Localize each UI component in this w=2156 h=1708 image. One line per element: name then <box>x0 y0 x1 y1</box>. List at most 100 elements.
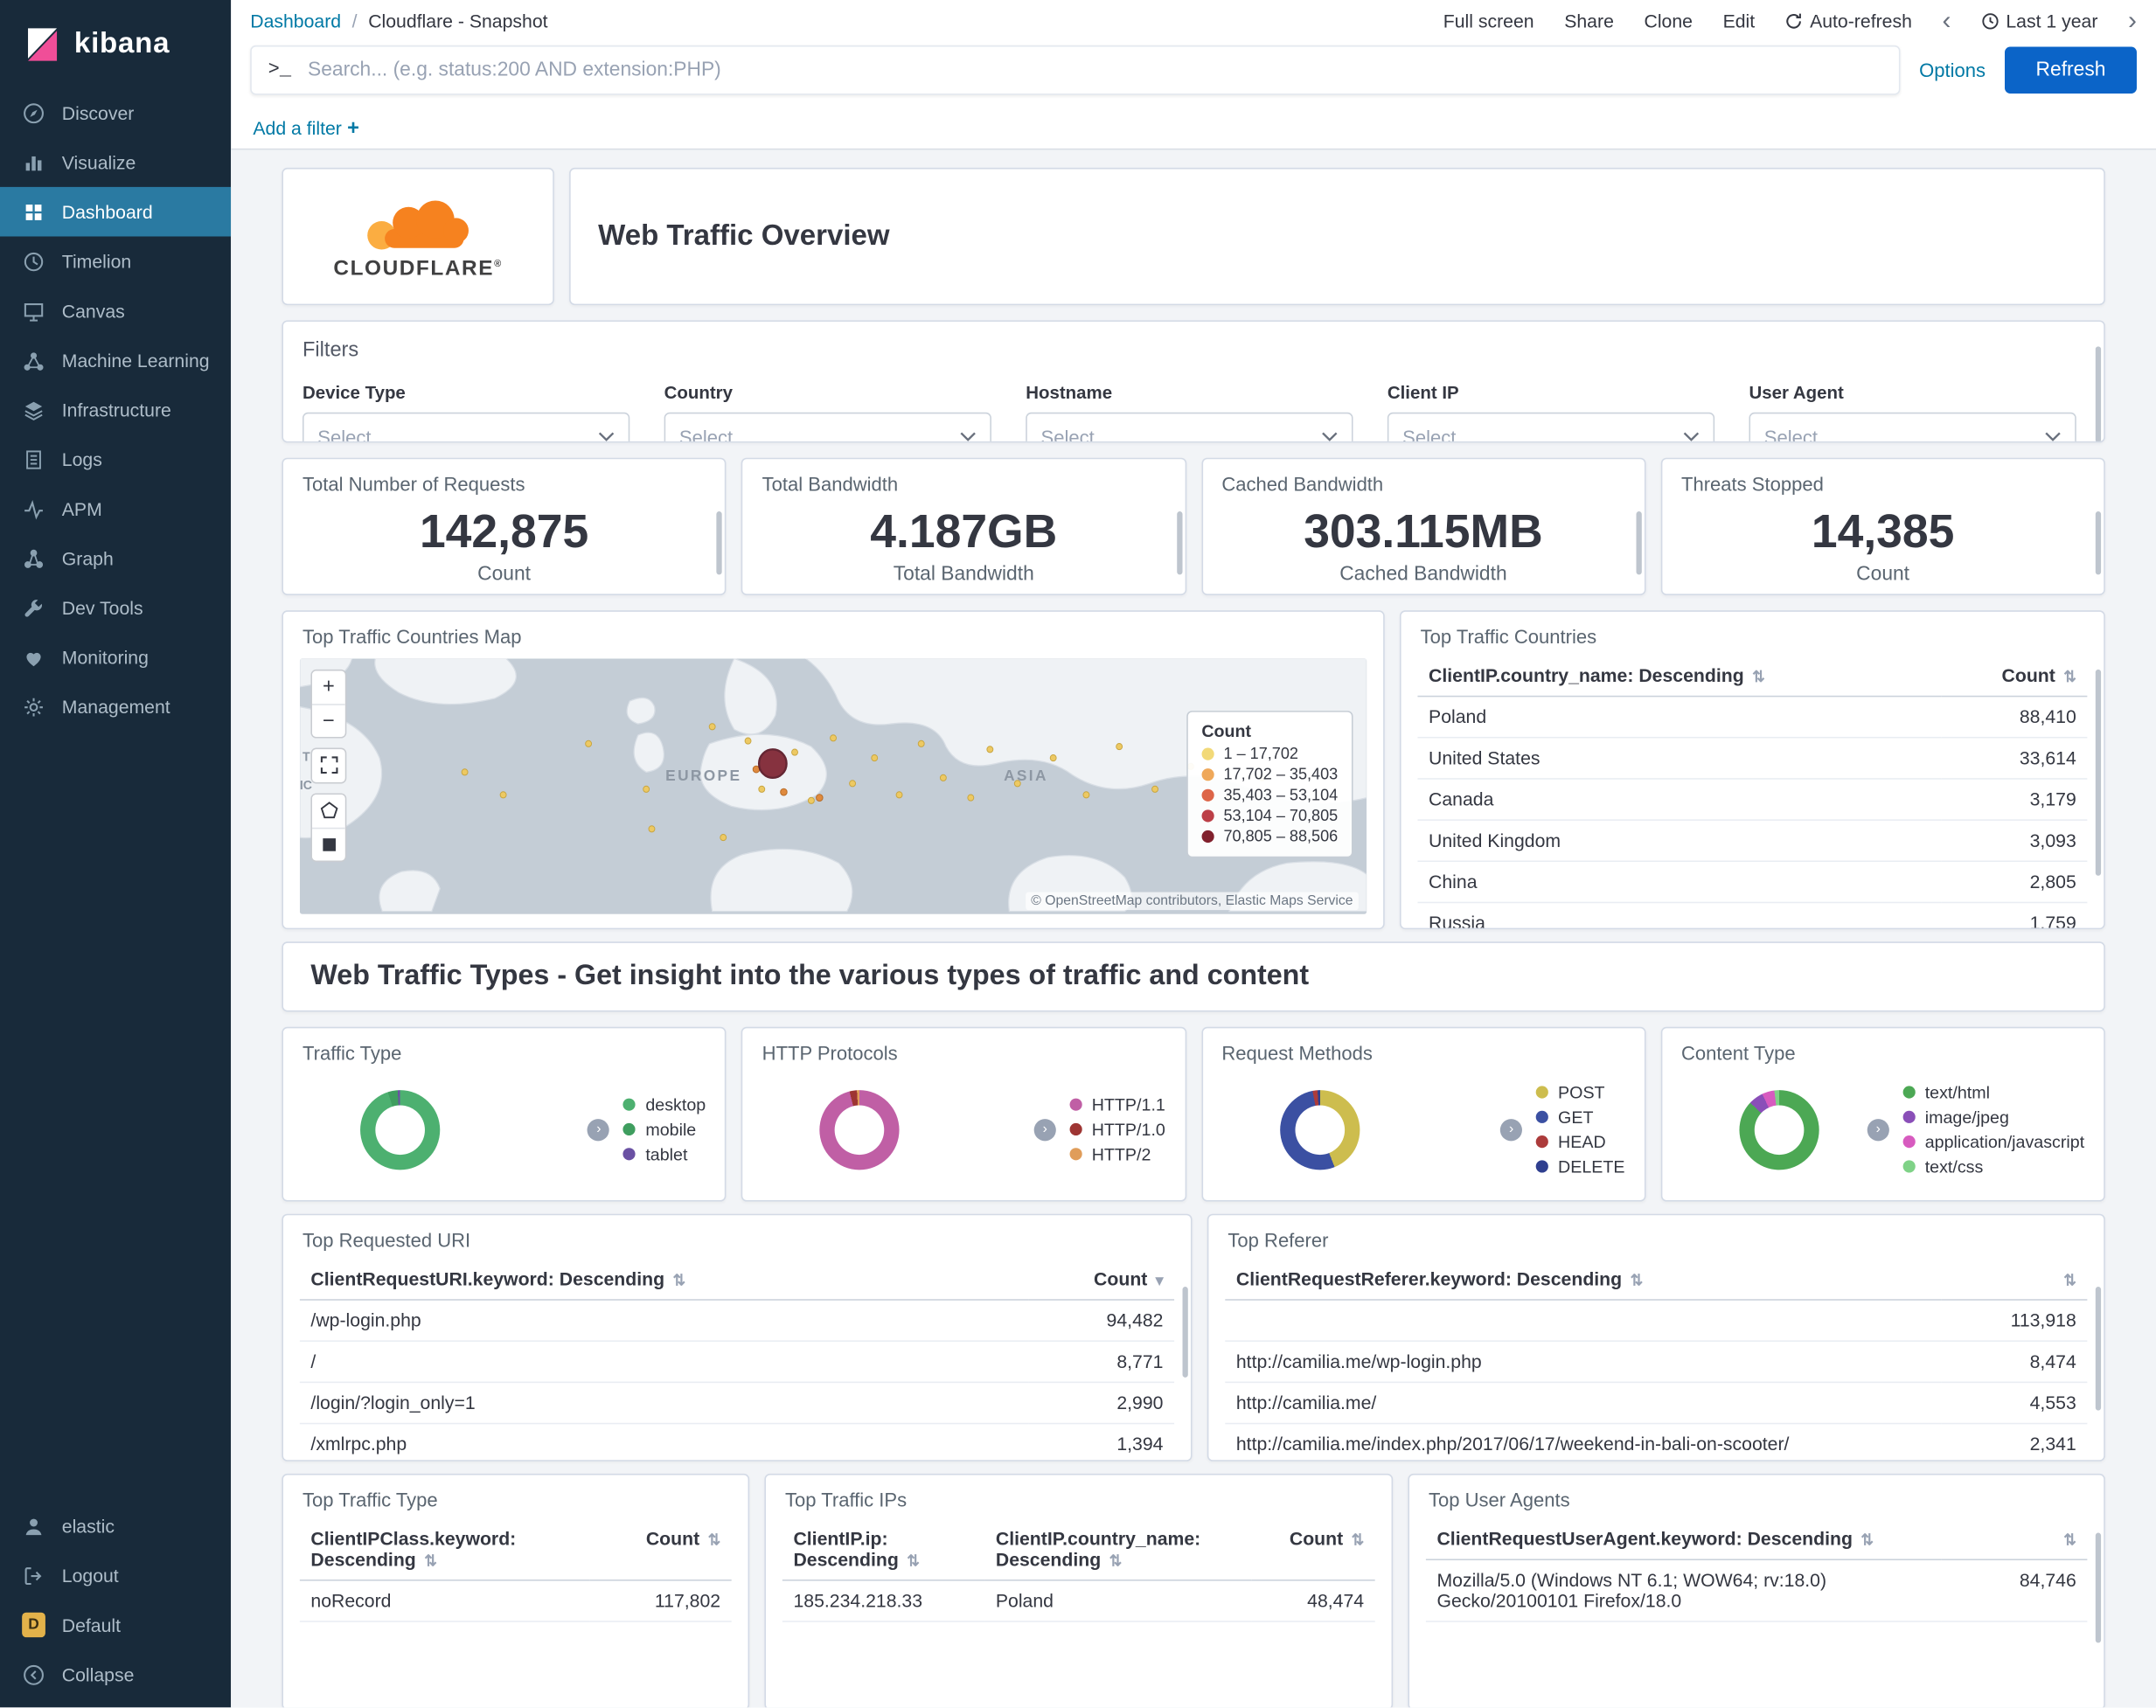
content-type-donut-chart[interactable] <box>1739 1089 1819 1170</box>
map-bubble-poland[interactable] <box>757 748 788 780</box>
column-header[interactable]: Count ⇅ <box>1941 656 2088 698</box>
sort-icon[interactable]: ⇅ <box>2063 1533 2076 1550</box>
sidebar-item-apm[interactable]: APM <box>0 484 231 534</box>
filter-select[interactable]: Select... <box>302 412 630 441</box>
sort-icon[interactable]: ⇅ <box>2063 670 2076 686</box>
legend-item[interactable]: HTTP/2 <box>1069 1144 1165 1163</box>
sort-icon[interactable]: ⇅ <box>424 1553 436 1570</box>
add-filter-link[interactable]: Add a filter <box>253 117 342 138</box>
panel-scrollbar[interactable] <box>2095 1532 2102 1643</box>
filter-select[interactable]: Select... <box>1387 412 1715 441</box>
auto-refresh-button[interactable]: Auto-refresh <box>1785 10 1912 31</box>
panel-scrollbar[interactable] <box>2095 1287 2102 1411</box>
legend-item[interactable]: image/jpeg <box>1902 1107 2085 1127</box>
sidebar-item-timelion[interactable]: Timelion <box>0 237 231 287</box>
sidebar-item-logs[interactable]: Logs <box>0 434 231 484</box>
sort-icon[interactable]: ⇅ <box>1631 1273 1643 1289</box>
legend-item[interactable]: POST <box>1535 1083 1625 1102</box>
legend-item[interactable]: HTTP/1.0 <box>1069 1120 1165 1139</box>
legend-expand-icon[interactable]: › <box>1867 1118 1889 1141</box>
draw-rectangle-button[interactable] <box>312 827 345 861</box>
sidebar-item-elastic-user[interactable]: elastic <box>0 1501 231 1551</box>
sort-icon[interactable]: ▾ <box>1156 1273 1164 1289</box>
panel-scrollbar[interactable] <box>1636 510 1642 575</box>
panel-scrollbar[interactable] <box>1176 510 1182 575</box>
options-link[interactable]: Options <box>1919 59 1986 81</box>
zoom-in-button[interactable]: + <box>312 670 345 705</box>
edit-button[interactable]: Edit <box>1723 10 1756 31</box>
column-header[interactable]: Count ⇅ <box>1251 1518 1375 1581</box>
draw-polygon-button[interactable] <box>312 794 345 828</box>
sidebar-item-dashboard[interactable]: Dashboard <box>0 186 232 237</box>
sort-icon[interactable]: ⇅ <box>1752 670 1764 686</box>
sidebar-item-management[interactable]: Management <box>0 682 231 732</box>
full-screen-button[interactable]: Full screen <box>1443 10 1534 31</box>
sidebar-item-monitoring[interactable]: Monitoring <box>0 632 231 682</box>
sidebar-item-default-space[interactable]: D Default <box>0 1600 231 1650</box>
panel-scrollbar[interactable] <box>2095 346 2102 441</box>
column-header[interactable]: ClientIP.country_name: Descending ⇅ <box>1417 656 1942 698</box>
map-container[interactable]: EUROPE ASIA TH IC + − <box>299 658 1367 914</box>
http-protocols-donut-chart[interactable] <box>819 1089 900 1170</box>
time-forward-chevron-icon[interactable]: › <box>2128 8 2137 34</box>
sidebar-item-dev-tools[interactable]: Dev Tools <box>0 583 231 633</box>
panel-scrollbar[interactable] <box>2095 510 2102 575</box>
column-header[interactable]: ⇅ <box>1941 1518 2088 1561</box>
sidebar-item-machine-learning[interactable]: Machine Learning <box>0 336 231 385</box>
legend-item[interactable]: GET <box>1535 1107 1625 1127</box>
time-back-chevron-icon[interactable]: ‹ <box>1943 8 1951 34</box>
legend-item[interactable]: text/css <box>1902 1156 2085 1176</box>
legend-item[interactable]: application/javascript <box>1902 1132 2084 1151</box>
fit-bounds-button[interactable] <box>312 749 345 782</box>
query-box[interactable]: >_ <box>250 45 1901 95</box>
legend-item[interactable]: HEAD <box>1535 1132 1625 1151</box>
column-header[interactable]: ClientRequestUserAgent.keyword: Descendi… <box>1425 1518 1942 1561</box>
sidebar-item-graph[interactable]: Graph <box>0 533 231 583</box>
filter-select[interactable]: Select... <box>1026 412 1353 441</box>
column-header[interactable]: ClientRequestURI.keyword: Descending ⇅ <box>299 1259 1029 1301</box>
refresh-button[interactable]: Refresh <box>2004 46 2137 94</box>
sort-icon[interactable]: ⇅ <box>1352 1533 1364 1550</box>
column-header[interactable]: Count ▾ <box>1028 1259 1175 1301</box>
sidebar-item-canvas[interactable]: Canvas <box>0 286 231 336</box>
legend-expand-icon[interactable]: › <box>1033 1118 1056 1141</box>
column-header[interactable]: Count ⇅ <box>589 1518 732 1581</box>
legend-item[interactable]: tablet <box>623 1144 706 1163</box>
sort-icon[interactable]: ⇅ <box>1109 1553 1122 1570</box>
zoom-out-button[interactable]: − <box>312 704 345 737</box>
traffic-type-donut-chart[interactable] <box>360 1089 441 1170</box>
search-input[interactable] <box>304 58 1882 83</box>
panel-scrollbar[interactable] <box>2095 669 2102 876</box>
legend-item[interactable]: HTTP/1.1 <box>1069 1095 1165 1114</box>
legend-expand-icon[interactable]: › <box>1499 1118 1523 1141</box>
column-header[interactable]: ClientIP.ip: Descending ⇅ <box>782 1518 985 1581</box>
column-header[interactable]: ⇅ <box>1941 1259 2088 1301</box>
filter-select[interactable]: Select... <box>664 412 991 441</box>
legend-item[interactable]: DELETE <box>1535 1156 1625 1176</box>
time-range-picker[interactable]: Last 1 year <box>1981 10 2097 31</box>
sidebar-item-infrastructure[interactable]: Infrastructure <box>0 385 231 434</box>
clone-button[interactable]: Clone <box>1644 10 1692 31</box>
sidebar-item-visualize[interactable]: Visualize <box>0 137 231 187</box>
sort-icon[interactable]: ⇅ <box>1860 1533 1873 1550</box>
breadcrumb-dashboard-link[interactable]: Dashboard <box>250 10 341 31</box>
sort-icon[interactable]: ⇅ <box>907 1553 919 1570</box>
legend-expand-icon[interactable]: › <box>588 1118 610 1141</box>
panel-scrollbar[interactable] <box>716 510 723 575</box>
sidebar-item-collapse[interactable]: Collapse <box>0 1649 231 1699</box>
add-filter-plus-icon[interactable]: + <box>347 116 359 140</box>
sidebar-item-logout[interactable]: Logout <box>0 1551 231 1600</box>
share-button[interactable]: Share <box>1564 10 1614 31</box>
kibana-logo[interactable]: kibana <box>0 0 231 88</box>
column-header[interactable]: ClientRequestReferer.keyword: Descending… <box>1225 1259 1942 1301</box>
sidebar-item-discover[interactable]: Discover <box>0 88 231 138</box>
sort-icon[interactable]: ⇅ <box>2063 1273 2076 1289</box>
column-header[interactable]: ClientIP.country_name: Descending ⇅ <box>984 1518 1252 1581</box>
legend-item[interactable]: text/html <box>1902 1083 2085 1102</box>
sort-icon[interactable]: ⇅ <box>708 1533 720 1550</box>
panel-scrollbar[interactable] <box>1182 1287 1188 1378</box>
request-methods-donut-chart[interactable] <box>1279 1089 1360 1170</box>
filter-select[interactable]: Select... <box>1749 412 2076 441</box>
sort-icon[interactable]: ⇅ <box>673 1273 685 1289</box>
column-header[interactable]: ClientIPClass.keyword: Descending ⇅ <box>299 1518 590 1581</box>
